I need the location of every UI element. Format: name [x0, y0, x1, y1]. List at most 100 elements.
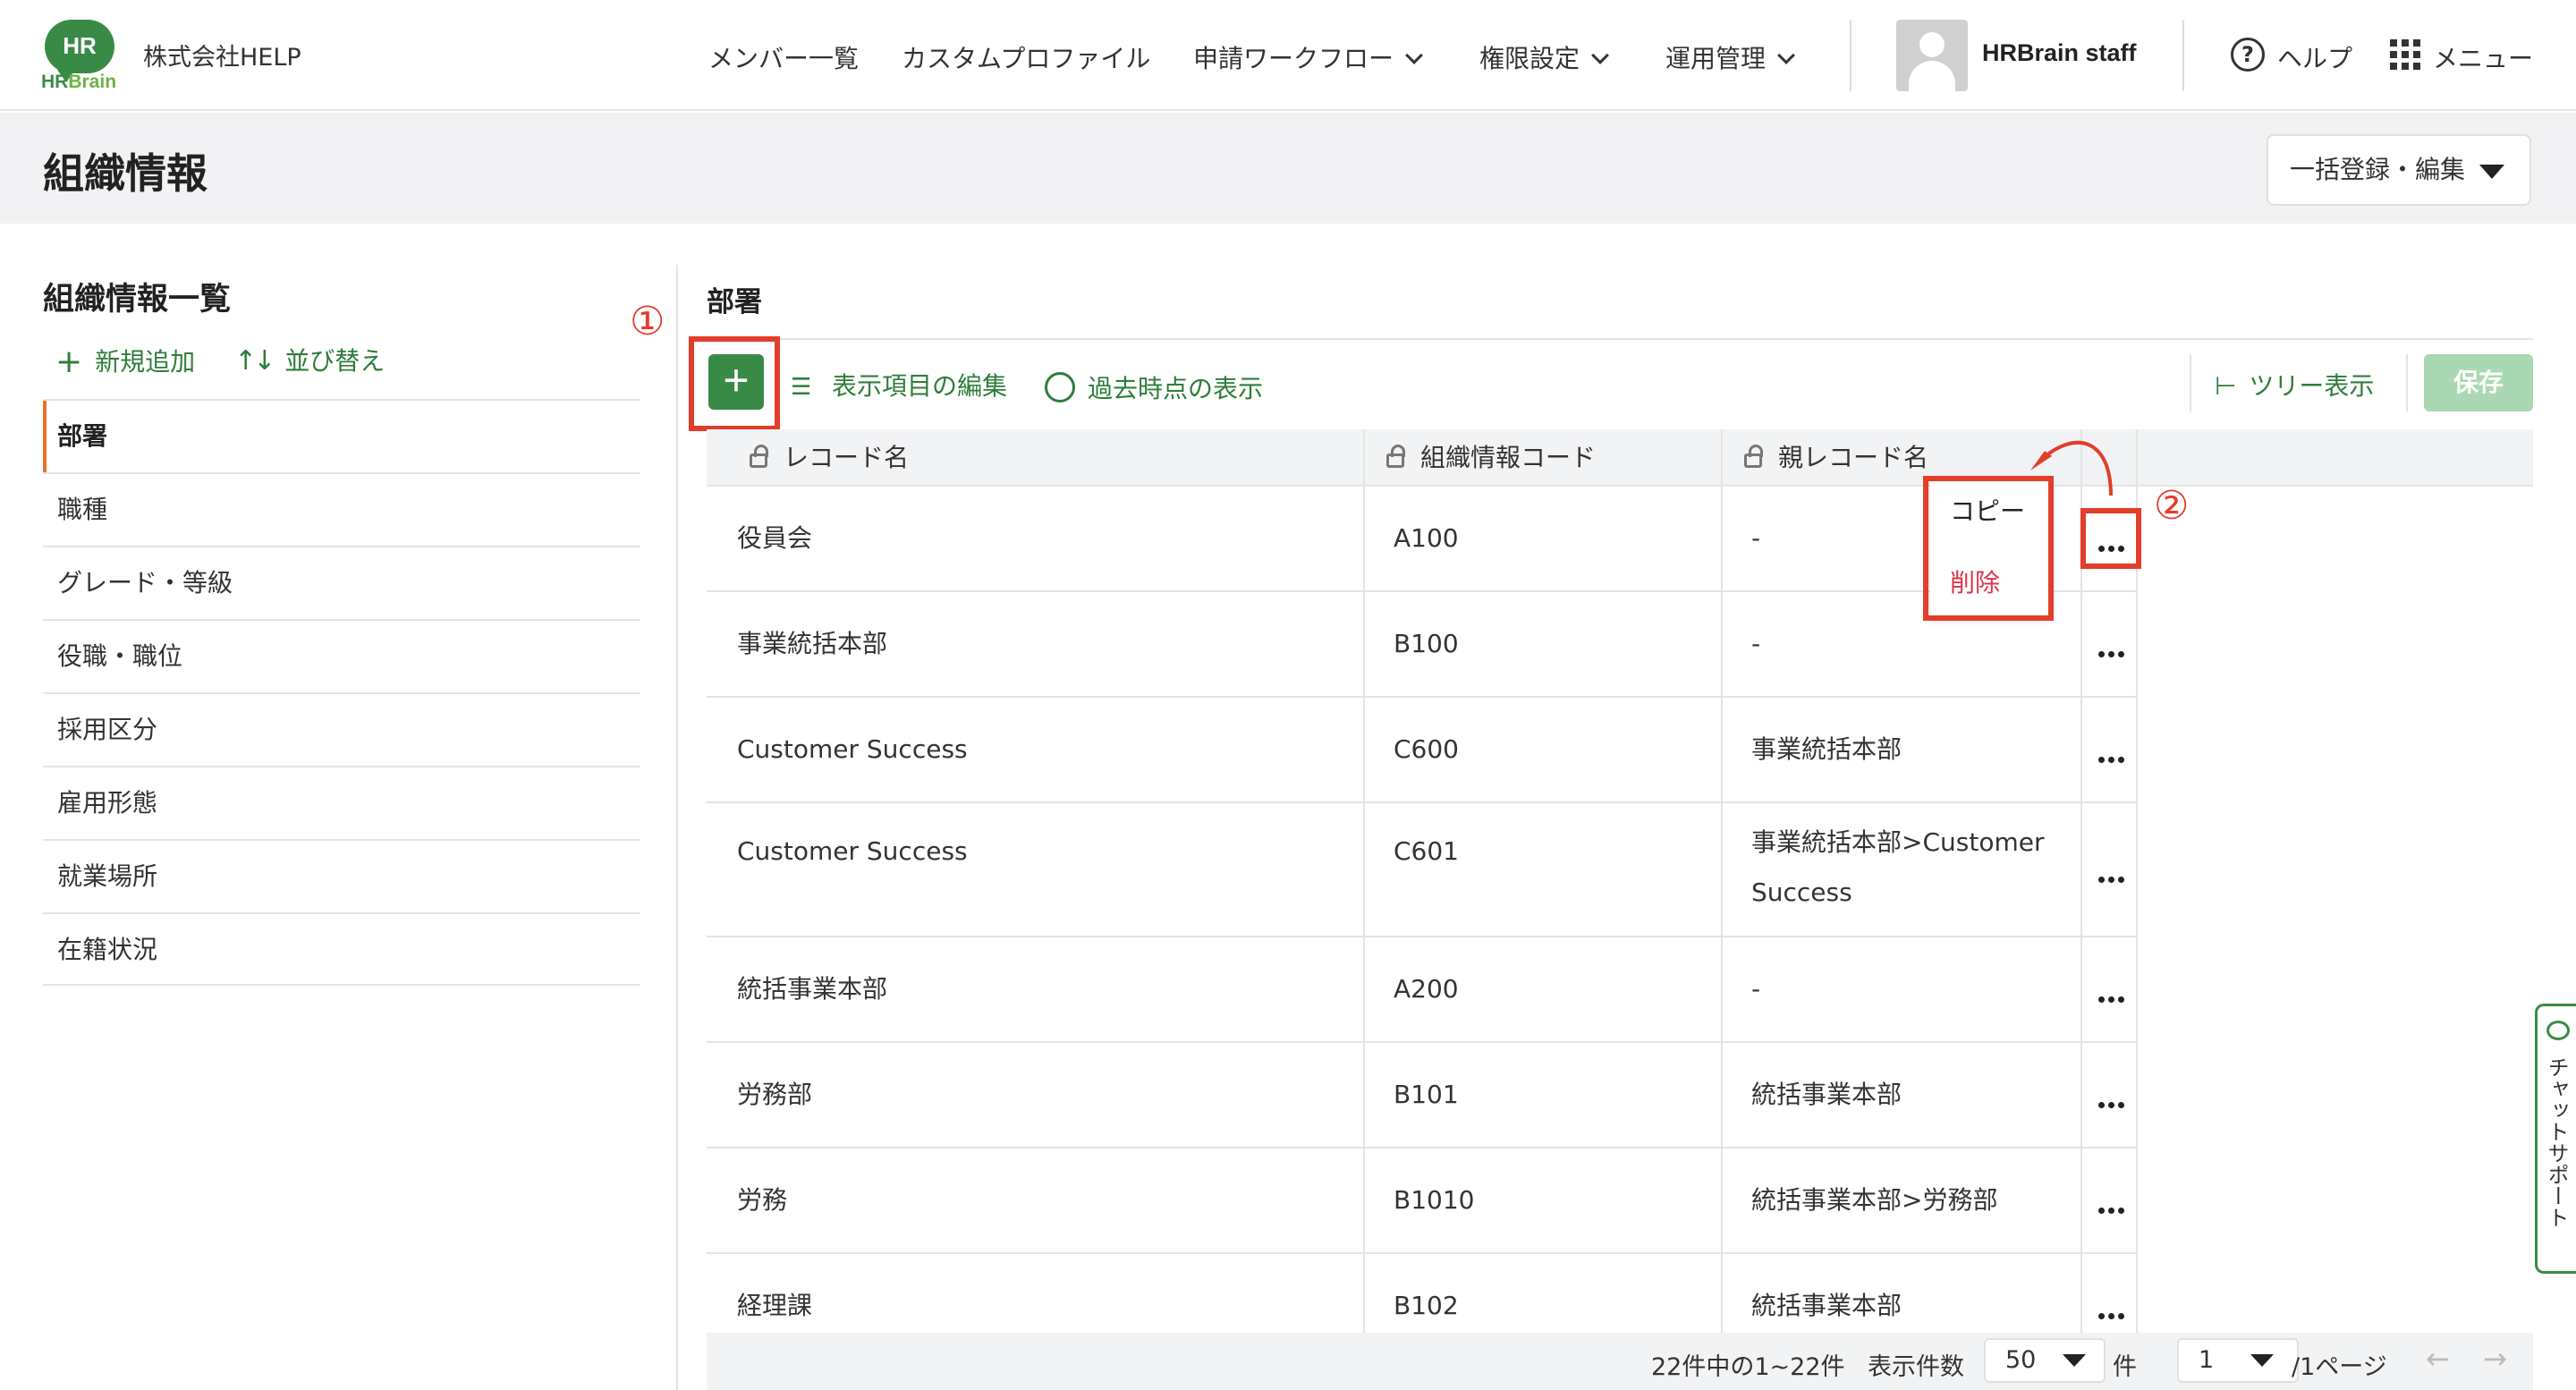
- column-header-org-code[interactable]: 組織情報コード: [1365, 429, 1596, 487]
- nav-permissions[interactable]: 権限設定: [1479, 39, 1609, 75]
- cell-record-name: 労務: [737, 1185, 788, 1215]
- cell-parent-record: -: [1751, 523, 1761, 553]
- menu-link[interactable]: メニュー: [2433, 39, 2533, 75]
- lock-icon: [750, 445, 768, 468]
- company-name: 株式会社HELP: [143, 44, 301, 72]
- add-new-button[interactable]: + 新規追加: [55, 342, 196, 380]
- nav-member-list[interactable]: メンバー一覧: [708, 39, 859, 75]
- nav-operations[interactable]: 運用管理: [1665, 39, 1795, 75]
- nav-permissions-label: 権限設定: [1479, 44, 1580, 73]
- cell-org-code: A100: [1394, 523, 1459, 553]
- cell-parent-record: 事業統括本部>Customer Success: [1751, 827, 2045, 907]
- prev-page-arrow-icon[interactable]: ←: [2426, 1342, 2450, 1376]
- bulk-edit-label: 一括登録・編集: [2290, 155, 2466, 184]
- cell-record-name: Customer Success: [737, 734, 968, 764]
- help-link[interactable]: ヘルプ: [2277, 39, 2352, 75]
- bulk-edit-button[interactable]: 一括登録・編集: [2267, 134, 2531, 206]
- table-row[interactable]: 労務 B1010 統括事業本部>労務部: [707, 1148, 2138, 1254]
- cell-org-code: C601: [1394, 836, 1459, 866]
- row-more-button[interactable]: [2088, 1295, 2134, 1326]
- cell-parent-record: 統括事業本部: [1751, 1080, 1902, 1109]
- column-label: 組織情報コード: [1420, 443, 1597, 472]
- tree-view-label: ツリー表示: [2249, 371, 2375, 401]
- chat-support-label: チャットサポート: [2544, 1056, 2569, 1228]
- user-name[interactable]: HRBrain staff: [1982, 39, 2137, 67]
- list-icon: ☰: [791, 374, 812, 401]
- cell-parent-record: 事業統括本部: [1751, 734, 1902, 764]
- cell-parent-record: 統括事業本部>労務部: [1751, 1185, 1998, 1215]
- add-record-button[interactable]: +: [708, 354, 764, 410]
- sidebar-item-grades[interactable]: グレード・等級: [43, 546, 640, 619]
- cell-record-name: Customer Success: [737, 836, 968, 866]
- hrbrain-logo[interactable]: HR: [45, 20, 114, 82]
- column-header-record-name[interactable]: レコード名: [728, 429, 909, 487]
- table-row[interactable]: 統括事業本部 A200 -: [707, 937, 2138, 1043]
- annotation-highlight-more: [2080, 508, 2141, 569]
- chat-support-tab[interactable]: チャットサポート: [2535, 1004, 2576, 1274]
- annotation-step-1: ①: [630, 299, 665, 344]
- row-more-button[interactable]: [2088, 1084, 2134, 1115]
- per-page-select[interactable]: 50: [1984, 1338, 2106, 1383]
- sidebar-item-work-location[interactable]: 就業場所: [43, 839, 640, 912]
- header-divider: [1850, 20, 1852, 91]
- page-select[interactable]: 1: [2177, 1338, 2299, 1383]
- column-header-parent-record[interactable]: 親レコード名: [1723, 429, 1928, 487]
- chevron-down-icon: [1405, 47, 1423, 64]
- toolbar-divider: [2190, 354, 2191, 411]
- save-button[interactable]: 保存: [2424, 354, 2533, 411]
- page-title-band: 組織情報 一括登録・編集: [0, 113, 2576, 224]
- logo-word-a: HR: [41, 72, 69, 92]
- tree-view-button[interactable]: ⊢ ツリー表示: [2215, 367, 2374, 403]
- tree-icon: ⊢: [2215, 371, 2237, 401]
- section-divider: [707, 338, 2533, 340]
- sidebar-list: 部署 職種 グレード・等級 役職・職位 採用区分 雇用形態 就業場所 在籍状況: [43, 399, 640, 986]
- per-page-value: 50: [2005, 1346, 2037, 1374]
- sidebar-item-departments[interactable]: 部署: [43, 399, 640, 472]
- nav-custom-profile[interactable]: カスタムプロファイル: [902, 39, 1150, 75]
- cell-org-code: B1010: [1394, 1185, 1475, 1215]
- row-more-button[interactable]: [2088, 859, 2134, 890]
- past-view-button[interactable]: 過去時点の表示: [1045, 367, 1263, 405]
- next-page-arrow-icon[interactable]: →: [2483, 1342, 2507, 1376]
- cell-org-code: C600: [1394, 734, 1459, 764]
- sort-label: 並び替え: [284, 346, 386, 376]
- sidebar-item-positions[interactable]: 役職・職位: [43, 619, 640, 692]
- sidebar-item-employment-type[interactable]: 雇用形態: [43, 766, 640, 839]
- past-view-label: 過去時点の表示: [1088, 374, 1264, 403]
- chevron-down-icon: [1591, 47, 1609, 64]
- grid-menu-icon[interactable]: [2390, 39, 2420, 70]
- section-title: 部署: [707, 286, 762, 318]
- cell-record-name: 役員会: [737, 523, 813, 553]
- row-more-button[interactable]: [2088, 633, 2134, 665]
- table-row[interactable]: Customer Success C600 事業統括本部: [707, 698, 2138, 803]
- row-more-button[interactable]: [2088, 979, 2134, 1010]
- sidebar-item-job-types[interactable]: 職種: [43, 472, 640, 546]
- help-icon[interactable]: ?: [2231, 38, 2265, 72]
- table-row[interactable]: Customer Success C601 事業統括本部>Customer Su…: [707, 803, 2138, 937]
- sort-button[interactable]: ↑↓ 並び替え: [234, 342, 385, 377]
- user-avatar[interactable]: [1896, 20, 1968, 91]
- toolbar-divider: [2406, 354, 2408, 411]
- table-row[interactable]: 労務部 B101 統括事業本部: [707, 1043, 2138, 1148]
- caret-down-icon: [2250, 1354, 2274, 1367]
- record-range: 22件中の1~22件: [1651, 1353, 1845, 1381]
- table-row[interactable]: 経理課 B102 統括事業本部: [707, 1254, 2138, 1333]
- nav-workflow[interactable]: 申請ワークフロー: [1193, 39, 1423, 75]
- table-footer: 22件中の1~22件 表示件数 50 件 1 /1ページ ← →: [707, 1333, 2533, 1390]
- row-more-button[interactable]: [2088, 739, 2134, 770]
- sort-arrows-icon: ↑↓: [234, 345, 275, 377]
- cell-org-code: B100: [1394, 629, 1459, 658]
- annotation-step-2: ②: [2154, 483, 2190, 529]
- cell-org-code: A200: [1394, 974, 1459, 1004]
- add-new-label: 新規追加: [95, 347, 196, 377]
- sidebar-item-hiring-category[interactable]: 採用区分: [43, 692, 640, 766]
- edit-columns-button[interactable]: ☰ 表示項目の編集: [791, 367, 1007, 403]
- lock-icon: [1744, 445, 1763, 468]
- cell-parent-record: -: [1751, 629, 1761, 658]
- column-label: レコード名: [784, 443, 910, 472]
- row-more-button[interactable]: [2088, 1190, 2134, 1221]
- page-total: /1ページ: [2292, 1353, 2387, 1381]
- column-label: 親レコード名: [1778, 443, 1929, 472]
- cell-parent-record: -: [1751, 974, 1761, 1004]
- sidebar-item-enrollment-status[interactable]: 在籍状況: [43, 912, 640, 986]
